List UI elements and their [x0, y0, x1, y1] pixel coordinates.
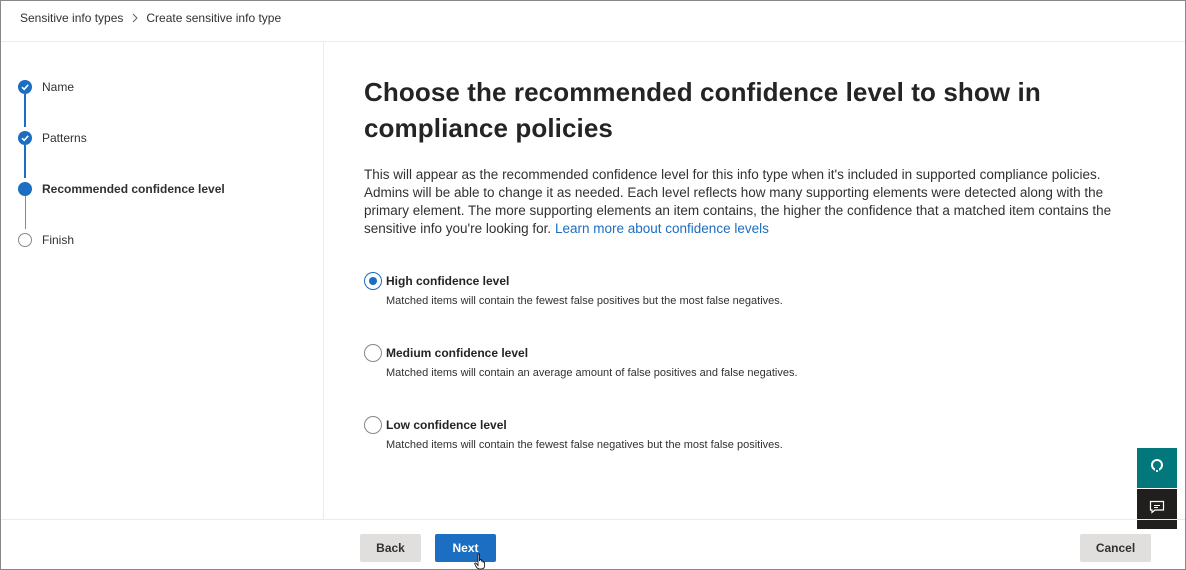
- checkmark-icon: [18, 80, 32, 94]
- current-step-icon: [18, 182, 32, 196]
- breadcrumb-item-sensitive-info-types[interactable]: Sensitive info types: [20, 11, 123, 25]
- radio-button[interactable]: [364, 416, 382, 434]
- page-title: Choose the recommended confidence level …: [364, 74, 1154, 146]
- chevron-right-icon: [132, 13, 139, 23]
- step-label: Recommended confidence level: [42, 182, 225, 196]
- pending-step-icon: [18, 233, 32, 247]
- page-title-line-1: Choose the recommended confidence level …: [364, 77, 1041, 107]
- hand-cursor-icon: [474, 553, 488, 570]
- radio-button-selected[interactable]: [364, 272, 382, 290]
- option-title: High confidence level: [386, 274, 510, 288]
- header-divider: [1, 41, 1185, 42]
- option-description: Matched items will contain the fewest fa…: [386, 295, 783, 307]
- radio-button[interactable]: [364, 344, 382, 362]
- step-connector-2: [24, 145, 26, 178]
- main-content: Choose the recommended confidence level …: [364, 74, 1154, 238]
- step-connector-1: [24, 94, 26, 127]
- step-label: Finish: [42, 233, 75, 247]
- step-patterns[interactable]: Patterns: [18, 130, 87, 146]
- step-label: Patterns: [42, 131, 87, 145]
- step-connector-3: [24, 196, 26, 229]
- feedback-button[interactable]: [1137, 489, 1177, 529]
- feedback-chat-icon: [1149, 500, 1165, 519]
- checkmark-icon: [18, 131, 32, 145]
- back-button[interactable]: Back: [360, 534, 421, 562]
- page-title-line-2: compliance policies: [364, 113, 613, 143]
- help-button[interactable]: [1137, 448, 1177, 488]
- steps-divider: [323, 42, 324, 519]
- step-finish: Finish: [18, 232, 74, 248]
- option-title: Low confidence level: [386, 418, 507, 432]
- step-name[interactable]: Name: [18, 79, 74, 95]
- learn-more-link[interactable]: Learn more about confidence levels: [555, 221, 769, 236]
- headset-help-icon: [1149, 458, 1165, 479]
- option-description: Matched items will contain the fewest fa…: [386, 439, 783, 451]
- description: This will appear as the recommended conf…: [364, 166, 1144, 238]
- breadcrumb: Sensitive info types Create sensitive in…: [20, 10, 281, 26]
- option-description: Matched items will contain an average am…: [386, 367, 798, 379]
- option-title: Medium confidence level: [386, 346, 529, 360]
- step-label: Name: [42, 80, 75, 94]
- breadcrumb-item-create-sensitive-info-type: Create sensitive info type: [146, 11, 282, 25]
- step-recommended-confidence-level[interactable]: Recommended confidence level: [18, 181, 225, 197]
- cancel-button[interactable]: Cancel: [1080, 534, 1151, 562]
- footer-divider: [1, 519, 1185, 520]
